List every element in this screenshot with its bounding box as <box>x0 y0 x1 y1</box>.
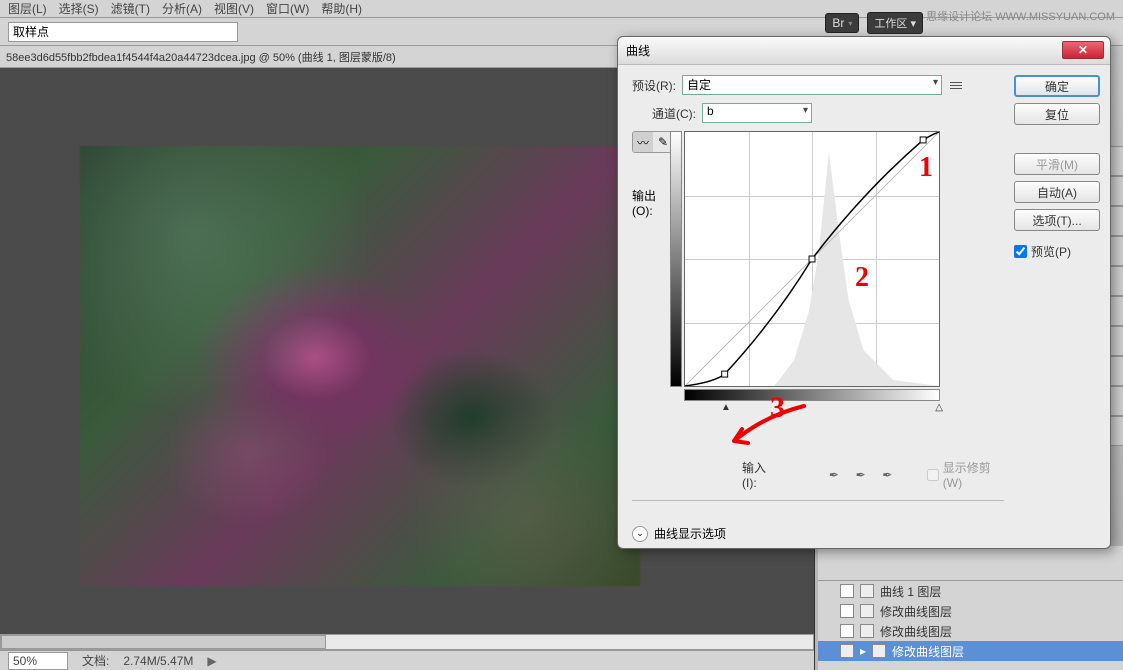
menu-analyze[interactable]: 分析(A) <box>162 0 202 17</box>
input-label: 输入(I): <box>742 459 778 490</box>
horizontal-scrollbar[interactable] <box>0 634 814 650</box>
curve-line <box>685 132 939 386</box>
history-row[interactable]: 修改曲线图层 <box>818 601 1123 621</box>
eyedropper-white-icon[interactable]: ✒ <box>879 466 896 484</box>
curve-edit-mode: 〰 ✎ <box>632 131 674 153</box>
panel-tab-3[interactable] <box>1109 206 1123 236</box>
history-step-icon <box>860 584 874 598</box>
history-step-icon <box>872 644 886 658</box>
status-arrow-icon[interactable]: ▶ <box>207 654 216 668</box>
ok-button[interactable]: 确定 <box>1014 75 1100 97</box>
curve-point-tool[interactable]: 〰 <box>633 132 653 152</box>
curve-graph-container: 1 2 ▲ △ 3 <box>684 131 940 443</box>
history-row[interactable]: ▸ 修改曲线图层 <box>818 641 1123 661</box>
sample-point-select[interactable]: 取样点 <box>8 22 238 42</box>
panel-tab-5[interactable] <box>1109 266 1123 296</box>
menu-view[interactable]: 视图(V) <box>214 0 254 17</box>
panel-tab-2[interactable] <box>1109 176 1123 206</box>
history-step-label: 修改曲线图层 <box>880 623 952 640</box>
annotation-1: 1 <box>919 152 933 184</box>
workspace-switcher: Br▾ 工作区 ▾ <box>825 0 923 46</box>
preset-select[interactable]: 自定 <box>682 75 942 95</box>
scrollbar-thumb[interactable] <box>1 635 326 649</box>
options-button[interactable]: 选项(T)... <box>1014 209 1100 231</box>
auto-button[interactable]: 自动(A) <box>1014 181 1100 203</box>
doc-size-value: 2.74M/5.47M <box>123 654 193 668</box>
collapsed-panel-tabs <box>1109 146 1123 446</box>
history-row[interactable]: 修改曲线图层 <box>818 621 1123 641</box>
status-bar: 50% 文档: 2.74M/5.47M ▶ <box>0 650 814 670</box>
input-gradient[interactable]: ▲ △ <box>684 389 940 401</box>
panel-tab-6[interactable] <box>1109 296 1123 326</box>
menu-layer[interactable]: 图层(L) <box>8 0 47 17</box>
output-gradient <box>670 131 682 387</box>
smooth-button[interactable]: 平滑(M) <box>1014 153 1100 175</box>
eyedropper-gray-icon[interactable]: ✒ <box>852 466 869 484</box>
eyedropper-black-icon[interactable]: ✒ <box>826 466 843 484</box>
watermark-text: 思缘设计论坛 WWW.MISSYUAN.COM <box>926 8 1115 24</box>
history-panel: 曲线 1 图层 修改曲线图层 修改曲线图层 ▸ 修改曲线图层 <box>818 580 1123 670</box>
bridge-button[interactable]: Br▾ <box>825 13 859 33</box>
expand-display-options[interactable]: ⌄ <box>632 526 648 542</box>
doc-size-label: 文档: <box>82 652 109 669</box>
dialog-title: 曲线 <box>626 42 650 59</box>
history-step-label: 曲线 1 图层 <box>880 583 941 600</box>
menu-filter[interactable]: 滤镜(T) <box>111 0 150 17</box>
panel-tab-4[interactable] <box>1109 236 1123 266</box>
history-step-label: 修改曲线图层 <box>892 643 964 660</box>
panel-tab-7[interactable] <box>1109 326 1123 356</box>
history-visibility-toggle[interactable] <box>840 584 854 598</box>
channel-select[interactable]: b <box>702 103 812 123</box>
dialog-button-column: 确定 复位 平滑(M) 自动(A) 选项(T)... 预览(P) <box>1014 75 1100 542</box>
history-step-icon <box>860 604 874 618</box>
history-row[interactable]: 曲线 1 图层 <box>818 581 1123 601</box>
panel-tab-10[interactable] <box>1109 416 1123 446</box>
menu-select[interactable]: 选择(S) <box>59 0 99 17</box>
image-leaf-photo <box>80 146 640 586</box>
panel-tab-1[interactable] <box>1109 146 1123 176</box>
white-point-slider[interactable]: △ <box>935 402 943 413</box>
panel-tab-8[interactable] <box>1109 356 1123 386</box>
close-button[interactable]: ✕ <box>1062 41 1104 59</box>
history-step-label: 修改曲线图层 <box>880 603 952 620</box>
preset-label: 预设(R): <box>632 77 676 94</box>
history-step-icon <box>860 624 874 638</box>
annotation-2: 2 <box>855 262 869 294</box>
workspace-button[interactable]: 工作区 ▾ <box>867 12 923 34</box>
brush-icon: ▸ <box>860 644 866 658</box>
preview-checkbox[interactable]: 预览(P) <box>1014 243 1100 260</box>
reset-button[interactable]: 复位 <box>1014 103 1100 125</box>
zoom-field[interactable]: 50% <box>8 652 68 670</box>
history-visibility-toggle[interactable] <box>840 604 854 618</box>
channel-label: 通道(C): <box>652 105 696 122</box>
show-clipping-checkbox[interactable]: 显示修剪(W) <box>927 459 1004 490</box>
curves-dialog: 曲线 ✕ 预设(R): 自定 通道(C): b 〰 ✎ <box>617 36 1111 549</box>
history-visibility-toggle[interactable] <box>840 624 854 638</box>
menu-help[interactable]: 帮助(H) <box>321 0 362 17</box>
annotation-arrow <box>724 401 814 451</box>
display-options-label: 曲线显示选项 <box>654 525 726 542</box>
curve-graph[interactable]: 1 2 <box>684 131 940 387</box>
preset-menu-icon[interactable] <box>948 77 964 93</box>
menu-window[interactable]: 窗口(W) <box>266 0 309 17</box>
history-visibility-toggle[interactable] <box>840 644 854 658</box>
panel-tab-9[interactable] <box>1109 386 1123 416</box>
